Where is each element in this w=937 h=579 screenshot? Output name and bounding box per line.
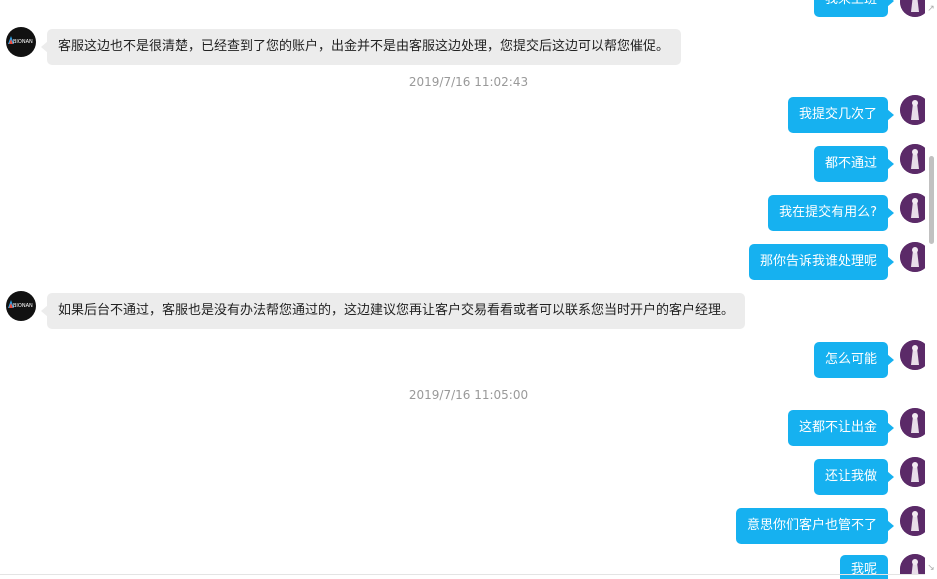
vertical-scrollbar[interactable]: ↗ ↘ — [925, 0, 937, 579]
outgoing-message-bubble[interactable]: 这都不让出金 — [787, 410, 895, 446]
agent-avatar-label: BIONAN — [13, 303, 33, 309]
outgoing-message-bubble[interactable]: 意思你们客户也管不了 — [735, 508, 895, 544]
outgoing-message-bubble[interactable]: 我呢 — [839, 555, 888, 579]
divider — [0, 574, 925, 575]
company-logo-icon[interactable]: BIONAN — [6, 27, 36, 57]
scroll-down-arrow-icon[interactable]: ↘ — [926, 563, 936, 573]
agent-avatar-label: BIONAN — [13, 39, 33, 45]
message-timestamp: 2019/7/16 11:02:43 — [408, 75, 529, 89]
message-timestamp: 2019/7/16 11:05:00 — [408, 388, 529, 402]
incoming-message-bubble[interactable]: 客服这边也不是很清楚，已经查到了您的账户，出金并不是由客服这边处理，您提交后这边… — [41, 29, 681, 65]
outgoing-message-bubble[interactable]: 都不通过 — [813, 146, 895, 182]
outgoing-message-bubble[interactable]: 我在提交有用么? — [768, 195, 894, 231]
outgoing-message-bubble[interactable]: 我来上班 — [813, 0, 895, 17]
company-logo-icon[interactable]: BIONAN — [6, 291, 36, 321]
outgoing-message-bubble[interactable]: 还让我做 — [813, 459, 895, 495]
outgoing-message-bubble[interactable]: 那你告诉我谁处理呢 — [748, 244, 895, 280]
scroll-up-arrow-icon[interactable]: ↗ — [926, 4, 936, 14]
chat-message-list: 我来上班 BIONAN 客服这边也不是很清楚，已经查到了您的账户，出金并不是由客… — [0, 0, 937, 579]
outgoing-message-bubble[interactable]: 怎么可能 — [813, 342, 895, 378]
incoming-message-bubble[interactable]: 如果后台不通过，客服也是没有办法帮您通过的，这边建议您再让客户交易看看或者可以联… — [41, 293, 745, 329]
scrollbar-thumb[interactable] — [929, 156, 934, 244]
outgoing-message-bubble[interactable]: 我提交几次了 — [787, 97, 895, 133]
